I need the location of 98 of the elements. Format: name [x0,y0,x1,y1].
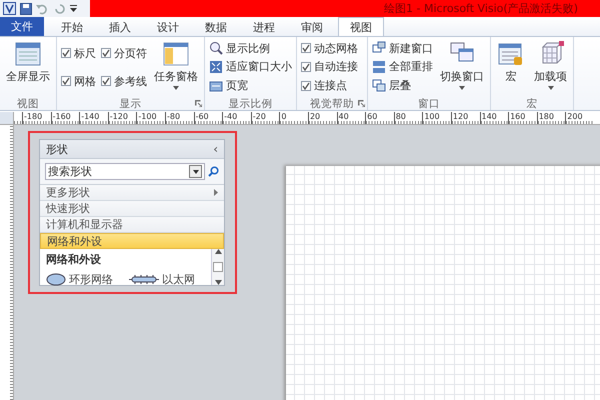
ruler-label: -160 [50,112,80,124]
check-icon [102,77,110,85]
checkbox-option[interactable]: 自动连接 [301,59,358,74]
check-icon [62,49,70,57]
ribbon-tab[interactable]: 设计 [146,18,190,36]
ribbon-icon [14,41,42,67]
dropdown-button[interactable] [189,165,202,178]
stencil-shape[interactable]: 以太网 [129,272,195,287]
ruler-label: 200 [565,112,594,124]
stencil-shape[interactable]: 环形网络 [46,272,113,287]
ring-network-icon [46,273,66,286]
ribbon-button[interactable]: 显示比例 [209,40,292,56]
check-icon [302,44,310,52]
save-icon [20,2,32,14]
checkbox[interactable] [61,76,71,86]
stencil-title: 网络和外设 [46,252,102,267]
submenu-arrow-icon [214,189,218,196]
ruler-label: 120 [450,112,480,124]
group-label: 显示比例 [228,97,274,110]
ribbon-tab[interactable]: 审阅 [290,18,334,36]
search-icon[interactable] [208,166,219,177]
collapse-button[interactable]: ‹ [213,142,218,156]
check-icon [102,49,110,57]
ruler-label: -60 [194,112,222,124]
redo-icon [54,2,66,14]
dialog-launcher-icon[interactable] [195,100,202,107]
ruler-label: 40 [336,112,366,124]
ruler-label: -120 [108,112,136,124]
dropdown-arrow-icon [173,86,179,90]
ribbon-button[interactable]: 层叠 [372,78,433,94]
window-title: 绘图1 - Microsoft Visio(产品激活失败) [384,1,578,16]
ruler-label: 180 [536,112,566,124]
ruler-label: 20 [308,112,337,124]
check-icon [302,62,310,71]
checkbox[interactable] [101,76,111,86]
dropdown-arrow-icon [548,86,554,90]
checkbox-option[interactable]: 动态网格 [301,40,358,56]
magnifier-icon [209,41,223,56]
app-icon [3,2,16,15]
dropdown-arrow-icon [459,86,465,90]
checkbox[interactable] [61,48,71,58]
ribbon-button[interactable]: 全屏显示 [4,39,52,97]
checkbox-option[interactable]: 参考线 [101,74,147,88]
ribbon-tab[interactable]: 开始 [50,18,94,36]
customize-icon [70,2,78,14]
ruler-label: -100 [136,112,165,124]
ruler-label: -80 [164,112,194,124]
checkbox[interactable] [101,48,111,58]
check-icon [62,77,70,85]
group-label: 视觉帮助 [310,97,354,110]
ruler-label: 0 [279,112,308,124]
dropdown-arrow-icon [192,170,198,174]
file-tab[interactable]: 文件 [0,17,44,36]
checkbox[interactable] [301,62,311,72]
ruler-label: -140 [79,112,108,124]
ribbon-icon [162,41,190,67]
stencil-category[interactable]: 计算机和显示器 [40,217,224,233]
group-label: 视图 [16,97,40,110]
undo-icon [36,2,50,14]
ruler-label: 80 [394,112,422,124]
ribbon-button[interactable]: 加载项 [532,39,569,97]
ribbon-icon [497,41,525,67]
stencil-category[interactable]: 更多形状 [40,185,224,201]
ruler-label: -180 [22,112,51,124]
checkbox-option[interactable]: 连接点 [301,78,358,94]
search-field[interactable]: 搜索形状 [45,163,205,180]
checkbox[interactable] [301,80,311,91]
group-label: 窗口 [417,97,441,110]
ribbon-tab[interactable]: 插入 [98,18,142,36]
ribbon-button[interactable]: 页宽 [209,78,292,94]
checkbox-option[interactable]: 标尺 [61,46,96,60]
group-label: 显示 [118,97,142,110]
group-label: 宏 [526,97,538,110]
checkbox-option[interactable]: 分页符 [101,46,147,60]
ribbon-button[interactable]: 新建窗口 [372,40,433,56]
checkbox-option[interactable]: 网格 [61,74,96,88]
ruler-label: 160 [508,112,537,124]
checkbox[interactable] [301,43,311,54]
ribbon-tab[interactable]: 数据 [194,18,238,36]
ruler-label: 140 [480,112,508,124]
scroll-down-icon [214,280,222,285]
ribbon-tab[interactable]: 进程 [242,18,286,36]
ruler-label: 100 [422,112,451,124]
check-icon [302,82,310,90]
dialog-launcher-icon[interactable] [358,100,365,107]
stencil-category[interactable]: 网络和外设 [40,233,224,249]
scrollbar[interactable] [211,249,224,285]
ribbon-button[interactable]: 任务窗格 [152,39,200,97]
ribbon-button[interactable]: 适应窗口大小 [209,59,292,74]
ruler-label: 60 [365,112,394,124]
ribbon-button[interactable]: 宏 [495,39,527,97]
stencil-category[interactable]: 快速形状 [40,201,224,217]
ribbon-button[interactable]: 全部重排 [372,59,433,74]
ribbon-tab[interactable]: 视图 [338,17,384,36]
ruler-label: -20 [250,112,280,124]
panel-title: 形状 [46,142,68,156]
ribbon-button[interactable]: 切换窗口 [438,39,486,97]
ruler-label: -40 [222,112,251,124]
